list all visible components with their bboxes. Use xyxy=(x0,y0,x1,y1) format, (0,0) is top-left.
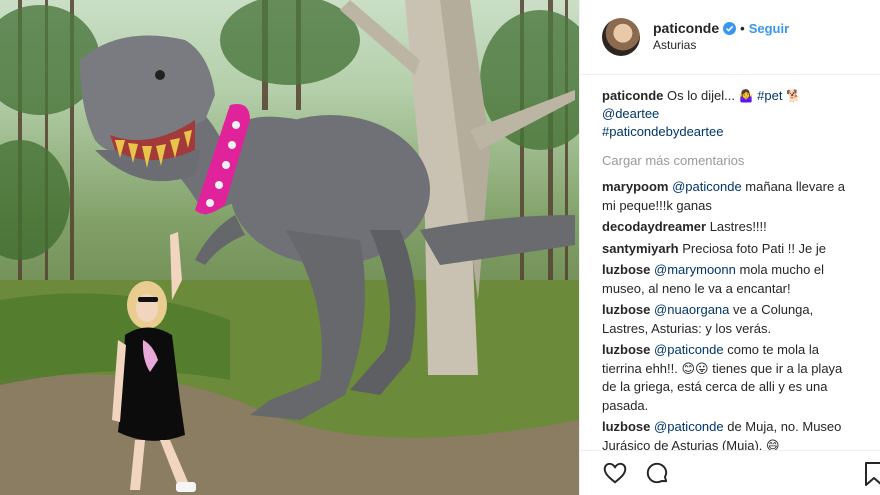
comment-username[interactable]: luzbose xyxy=(602,262,650,277)
photo-illustration xyxy=(0,0,579,495)
comment-icon[interactable] xyxy=(644,460,670,486)
comment-username[interactable]: decodaydreamer xyxy=(602,219,706,234)
mention-link[interactable]: @deartee xyxy=(602,106,659,121)
post-username[interactable]: paticonde xyxy=(653,20,719,37)
comment-item: luzbose @paticonde de Muja, no. Museo Ju… xyxy=(602,418,858,450)
comment-username[interactable]: luzbose xyxy=(602,342,650,357)
comment-username[interactable]: luzbose xyxy=(602,419,650,434)
caption-username[interactable]: paticonde xyxy=(602,88,663,103)
post-location[interactable]: Asturias xyxy=(653,37,789,54)
post-actions-bar xyxy=(580,450,880,495)
post-header: paticonde • Seguir Asturias xyxy=(580,0,880,75)
hashtag-link[interactable]: #paticondebydeartee xyxy=(602,124,723,139)
post-photo[interactable] xyxy=(0,0,579,495)
post-header-text: paticonde • Seguir Asturias xyxy=(653,20,789,54)
instagram-post-view: paticonde • Seguir Asturias paticonde Os… xyxy=(0,0,880,495)
post-side-panel: paticonde • Seguir Asturias paticonde Os… xyxy=(579,0,880,495)
comment-username[interactable]: luzbose xyxy=(602,302,650,317)
comment-text: Preciosa foto Pati !! Je je xyxy=(682,240,827,256)
comment-username[interactable]: marypoom xyxy=(602,179,668,194)
comment-item: santymiyarh Preciosa foto Pati !! Je je xyxy=(602,240,858,259)
comment-item: luzbose @marymoonn mola mucho el museo, … xyxy=(602,261,858,298)
caption-text: Os lo dijel... xyxy=(667,88,739,103)
comments-list[interactable]: paticonde Os lo dijel... 🤷‍♀️ #pet 🐕 @de… xyxy=(580,75,880,450)
follow-button[interactable]: Seguir xyxy=(749,20,789,37)
comment-mention[interactable]: @nuaorgana xyxy=(654,302,729,317)
comment-mention[interactable]: @paticonde xyxy=(672,179,742,194)
post-caption: paticonde Os lo dijel... 🤷‍♀️ #pet 🐕 @de… xyxy=(602,87,858,141)
verified-badge-icon xyxy=(723,22,737,35)
comment-item: marypoom @paticonde mañana llevare a mi … xyxy=(602,178,858,215)
header-row: paticonde • Seguir xyxy=(653,20,789,37)
comment-mention[interactable]: @paticonde xyxy=(654,419,724,434)
comment-item: decodaydreamer Lastres!!!! xyxy=(602,218,858,237)
comment-mention[interactable]: @paticonde xyxy=(654,342,724,357)
comment-username[interactable]: santymiyarh xyxy=(602,241,679,256)
comment-item: luzbose @nuaorgana ve a Colunga, Lastres… xyxy=(602,301,858,338)
dog-emoji: 🐕 xyxy=(786,89,802,103)
load-more-comments-button[interactable]: Cargar más comentarios xyxy=(602,153,858,168)
bookmark-icon[interactable] xyxy=(864,461,880,487)
separator-dot: • xyxy=(740,21,745,36)
hashtag-link[interactable]: #pet xyxy=(757,88,782,103)
avatar[interactable] xyxy=(602,18,640,56)
shrug-emoji: 🤷‍♀️ xyxy=(738,89,754,103)
comment-text: Lastres!!!! xyxy=(709,219,767,234)
comment-item: luzbose @paticonde como te mola la tierr… xyxy=(602,341,858,415)
comment-mention[interactable]: @marymoonn xyxy=(654,262,736,277)
heart-icon[interactable] xyxy=(602,460,628,486)
